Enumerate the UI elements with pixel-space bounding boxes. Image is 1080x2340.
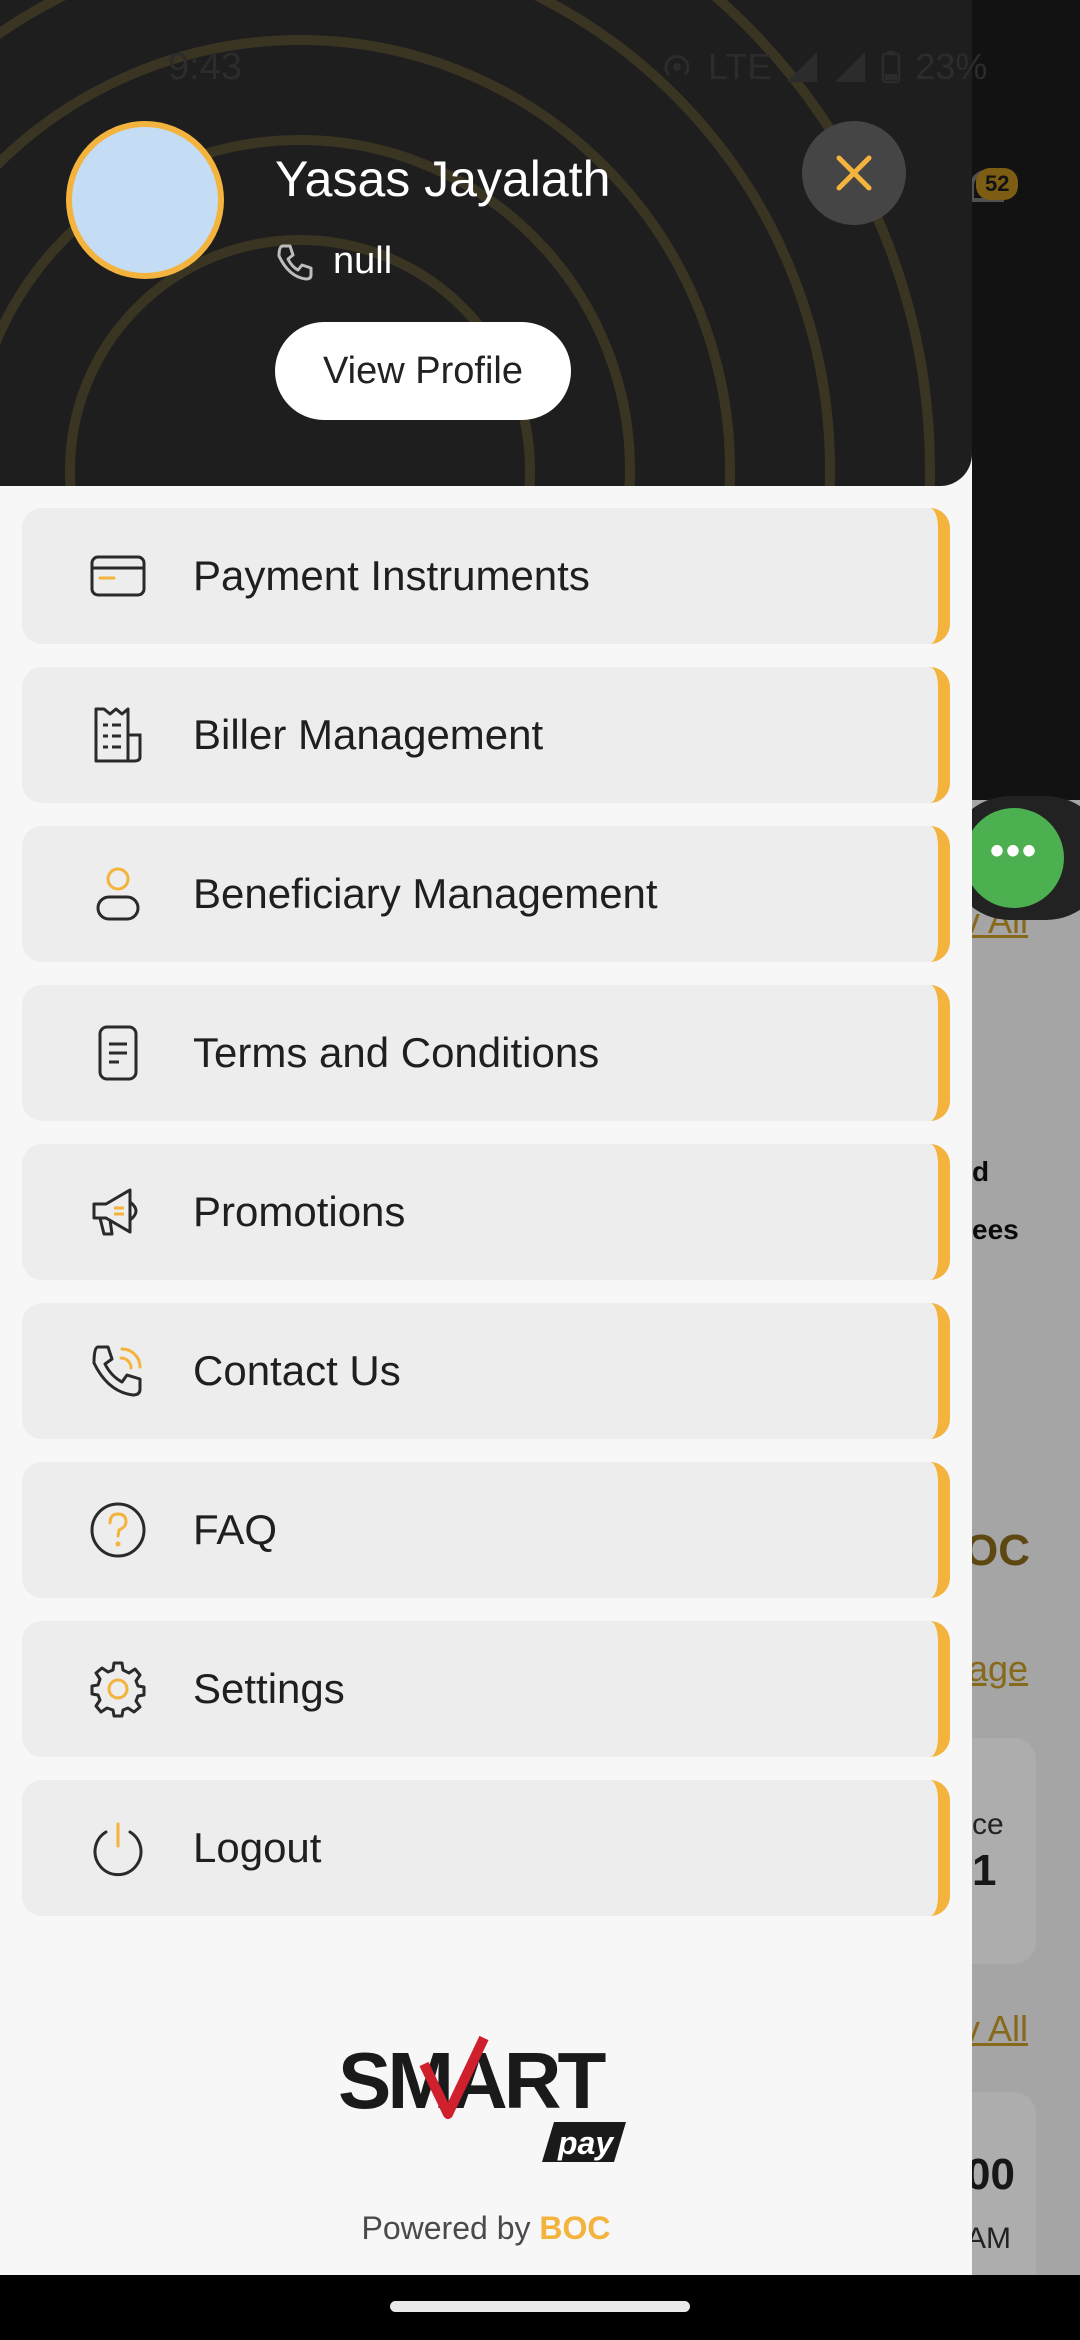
question-icon [90,1502,146,1558]
user-name: Yasas Jayalath [275,151,611,207]
menu-item-promotions[interactable]: Promotions [22,1144,950,1280]
powered-by-text: Powered by BOC [0,2210,972,2247]
card-icon [90,555,146,597]
menu-item-label: Biller Management [193,711,544,758]
system-navigation-bar [0,2275,1080,2340]
menu-item-terms-and-conditions[interactable]: Terms and Conditions [22,985,950,1121]
hotspot-icon [664,55,690,77]
navigation-drawer: Yasas Jayalath null View Profile Payment… [0,0,972,2275]
home-gesture-handle[interactable] [390,2301,690,2312]
bill-icon [94,707,142,763]
menu-item-label: Contact Us [193,1347,401,1394]
avatar[interactable] [66,121,224,279]
menu-item-label: FAQ [193,1506,278,1553]
menu-item-label: Terms and Conditions [193,1029,600,1076]
document-icon [98,1025,138,1081]
person-icon [96,867,140,921]
more-fab-button[interactable]: ••• [964,808,1064,908]
menu-item-logout[interactable]: Logout [22,1780,950,1916]
signal-icon [787,52,818,82]
network-type: LTE [708,46,772,87]
menu-item-biller-management[interactable]: Biller Management [22,667,950,803]
powered-by-label: Powered by [361,2210,531,2246]
menu-item-label: Settings [193,1665,345,1712]
power-icon [93,1822,143,1877]
menu-item-label: Payment Instruments [193,552,590,599]
menu-item-contact-us[interactable]: Contact Us [22,1303,950,1439]
menu-item-label: Beneficiary Management [193,870,658,917]
menu-item-payment-instruments[interactable]: Payment Instruments [22,508,950,644]
gear-icon [90,1661,146,1718]
menu-item-label: Promotions [193,1188,406,1235]
smartpay-logo: SMART pay [338,2036,626,2162]
drawer-menu: Payment Instruments Biller Management Be… [22,508,950,1939]
more-dots-icon: ••• [989,829,1038,873]
status-icons: LTE 23% [660,46,987,88]
close-icon [836,155,872,191]
phone-number: null [333,240,393,282]
phone-row: null [275,240,392,283]
view-profile-button[interactable]: View Profile [275,322,571,420]
logo-text-smart: SMART [338,2036,607,2125]
menu-item-settings[interactable]: Settings [22,1621,950,1757]
megaphone-icon [92,1188,138,1236]
menu-item-label: Logout [193,1824,322,1871]
battery-icon [882,51,901,84]
phone-icon [277,244,313,280]
logo-text-pay: pay [557,2125,615,2161]
close-drawer-button[interactable] [802,121,906,225]
menu-item-beneficiary-management[interactable]: Beneficiary Management [22,826,950,962]
menu-item-faq[interactable]: FAQ [22,1462,950,1598]
signal-icon-2 [835,52,866,82]
powered-by-brand: BOC [539,2210,611,2246]
battery-percent: 23% [915,46,988,87]
status-time: 9:43 [168,46,242,88]
status-bar: 9:43 LTE 23% [0,0,1080,130]
phone-call-icon [92,1345,142,1397]
